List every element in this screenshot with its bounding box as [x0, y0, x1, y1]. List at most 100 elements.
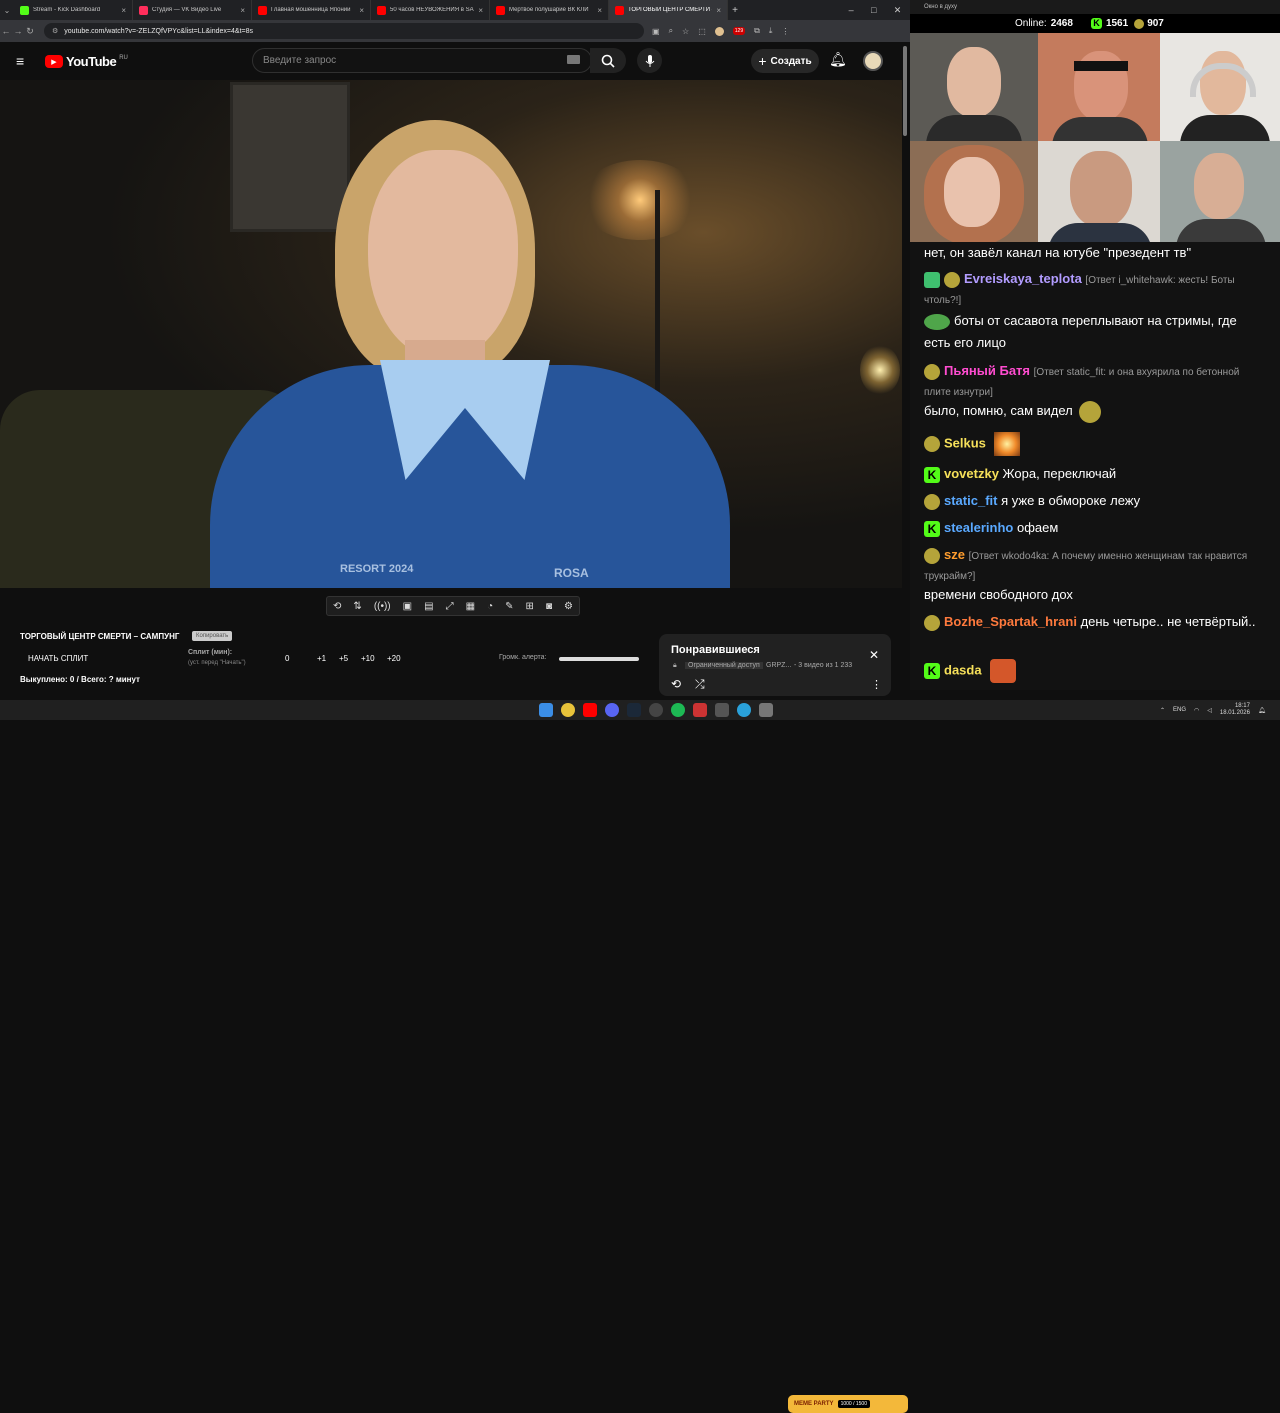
- webcam-5: [1038, 141, 1160, 242]
- close-icon[interactable]: ×: [359, 6, 364, 15]
- app-icon[interactable]: [693, 703, 707, 717]
- start-icon[interactable]: [539, 703, 553, 717]
- tab-youtube-active[interactable]: ТОРГОВЫЙ ЦЕНТР СМЕРТИ - ×: [609, 0, 728, 20]
- close-icon[interactable]: ×: [716, 6, 721, 15]
- meme-party-widget[interactable]: MEME PARTY 1000 / 1500: [788, 1395, 908, 1413]
- minimize-icon[interactable]: –: [849, 5, 854, 16]
- bookmark-star-icon[interactable]: ☆: [682, 27, 689, 36]
- close-icon[interactable]: ✕: [869, 648, 879, 662]
- new-tab-button[interactable]: +: [728, 5, 742, 16]
- bell-icon[interactable]: 🔔︎: [829, 51, 847, 68]
- app-icon[interactable]: [715, 703, 729, 717]
- broadcast-icon[interactable]: ((•)): [374, 601, 391, 612]
- increment-20-button[interactable]: +20: [387, 654, 401, 663]
- profile-dot-icon[interactable]: [714, 26, 724, 36]
- chevron-up-icon[interactable]: ⌃: [1160, 707, 1165, 714]
- back-icon[interactable]: ←: [0, 26, 12, 36]
- telegram-icon[interactable]: [737, 703, 751, 717]
- extension-badge[interactable]: 129: [732, 27, 746, 35]
- spotify-icon[interactable]: [671, 703, 685, 717]
- film-icon[interactable]: ▤: [424, 601, 433, 612]
- speed-icon[interactable]: ◔: [487, 601, 493, 612]
- obs-icon[interactable]: [649, 703, 663, 717]
- tab-youtube-2[interactable]: 50 часов НЕУВОЖЕНИЯ в SAI ×: [371, 0, 490, 20]
- playlist-owner[interactable]: GRPZ...: [766, 662, 791, 669]
- hamburger-icon[interactable]: ≡: [16, 53, 24, 69]
- address-bar[interactable]: ⚙ youtube.com/watch?v=-ZELZQfVPYc&list=L…: [44, 23, 644, 39]
- menu-dots-icon[interactable]: ⋮: [781, 27, 789, 36]
- more-icon[interactable]: ⋮: [871, 678, 882, 691]
- reply-context: [Ответ wkodo4ka: А почему именно женщина…: [924, 551, 1248, 582]
- chat-username[interactable]: stealerinho: [944, 520, 1013, 535]
- copy-button[interactable]: Копировать: [192, 631, 233, 641]
- chat-username[interactable]: Evreiskaya_teplota: [964, 271, 1082, 286]
- chat-username[interactable]: sze: [944, 547, 965, 562]
- close-icon[interactable]: ×: [478, 6, 483, 15]
- forward-icon[interactable]: →: [12, 26, 24, 36]
- extensions-icon[interactable]: ⬚: [698, 27, 706, 36]
- start-split-button[interactable]: НАЧАТЬ СПЛИТ: [28, 654, 88, 663]
- discord-icon[interactable]: [605, 703, 619, 717]
- app-icon[interactable]: [759, 703, 773, 717]
- screenshot-icon[interactable]: ▣: [652, 27, 660, 36]
- clock[interactable]: 18:17 18.01.2026: [1220, 703, 1250, 717]
- tab-youtube-1[interactable]: Главная мошенница Японии ×: [252, 0, 371, 20]
- site-info-icon[interactable]: ⚙: [52, 27, 58, 35]
- loop-icon[interactable]: ⟲: [333, 601, 341, 612]
- fullscreen-icon[interactable]: ⤢: [446, 601, 454, 612]
- chat-username[interactable]: Bozhe_Spartak_hrani: [944, 614, 1077, 629]
- playlist-title[interactable]: Понравившиеся: [671, 644, 760, 656]
- close-window-icon[interactable]: ✕: [894, 5, 902, 16]
- close-icon[interactable]: ×: [121, 6, 126, 15]
- alert-volume-slider[interactable]: [559, 657, 639, 661]
- chat-username[interactable]: vovetzky: [944, 466, 999, 481]
- steam-icon[interactable]: [627, 703, 641, 717]
- puzzle-icon[interactable]: ⧉: [754, 26, 760, 36]
- search-button[interactable]: [590, 48, 626, 73]
- tab-title: ТОРГОВЫЙ ЦЕНТР СМЕРТИ -: [628, 7, 713, 13]
- add-icon[interactable]: ⊞: [526, 601, 534, 612]
- split-value[interactable]: 0: [285, 654, 289, 663]
- zoom-icon[interactable]: ⌕: [669, 26, 673, 36]
- region-code: RU: [119, 54, 128, 61]
- language-indicator[interactable]: ENG: [1173, 707, 1186, 713]
- chrome-icon[interactable]: [561, 703, 575, 717]
- maximize-icon[interactable]: □: [871, 5, 876, 16]
- avatar[interactable]: [863, 51, 883, 71]
- tab-vk-studio[interactable]: Студия — VK Видео Live ×: [133, 0, 252, 20]
- download-icon[interactable]: ⤓: [769, 26, 773, 36]
- tab-youtube-3[interactable]: Мертвое полушарие ВК КЛИ ×: [490, 0, 609, 20]
- settings-icon[interactable]: ⚙: [564, 601, 573, 612]
- youtube-logo[interactable]: ▶ YouTube RU: [45, 54, 128, 69]
- wifi-icon[interactable]: ◠: [1194, 707, 1199, 714]
- notification-icon[interactable]: 🔔︎: [1258, 707, 1266, 714]
- close-icon[interactable]: ×: [240, 6, 245, 15]
- search-input[interactable]: Введите запрос: [252, 48, 592, 73]
- camera-icon[interactable]: ◙: [546, 601, 552, 612]
- video-player[interactable]: RESORT 2024 ROSA: [0, 80, 902, 588]
- repeat-icon[interactable]: ⟲: [671, 677, 681, 691]
- shuffle-icon[interactable]: ⤮: [695, 677, 705, 692]
- increment-5-button[interactable]: +5: [339, 654, 348, 663]
- chat-username[interactable]: Пьяный Батя: [944, 363, 1030, 378]
- tab-search-icon[interactable]: ⌄: [0, 6, 14, 15]
- reload-icon[interactable]: ↻: [24, 26, 36, 37]
- crop-icon[interactable]: ✎: [505, 601, 513, 612]
- sort-icon[interactable]: ⇅: [353, 601, 361, 612]
- increment-10-button[interactable]: +10: [361, 654, 375, 663]
- chat-username[interactable]: Selkus: [944, 435, 986, 450]
- side-light: [860, 345, 900, 395]
- frames-icon[interactable]: ▦: [466, 601, 475, 612]
- chat-username[interactable]: static_fit: [944, 493, 997, 508]
- increment-1-button[interactable]: +1: [317, 654, 326, 663]
- close-icon[interactable]: ×: [597, 6, 602, 15]
- volume-icon[interactable]: ◁: [1207, 707, 1212, 714]
- voice-search-button[interactable]: [637, 48, 662, 73]
- tab-kick-dashboard[interactable]: Stream - Kick Dashboard ×: [14, 0, 133, 20]
- youtube-icon[interactable]: [583, 703, 597, 717]
- keyboard-icon[interactable]: [567, 55, 580, 64]
- page-scrollbar[interactable]: [903, 46, 907, 136]
- create-button[interactable]: + Создать: [751, 49, 819, 73]
- watch-icon[interactable]: ▣: [403, 601, 412, 612]
- chat-username[interactable]: dasda: [944, 662, 982, 677]
